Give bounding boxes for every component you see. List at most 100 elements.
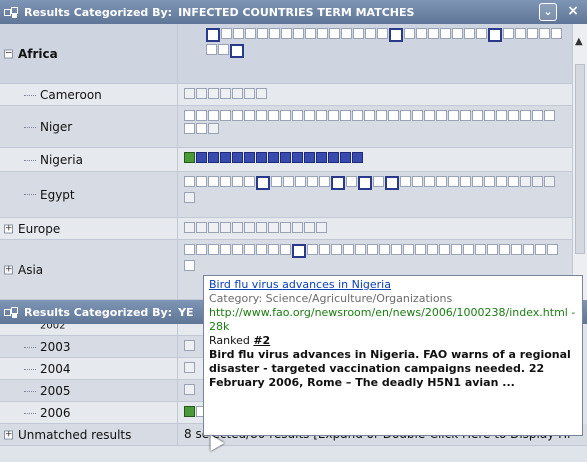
result-cell[interactable]	[244, 152, 255, 163]
result-cell[interactable]	[196, 176, 207, 187]
result-cell[interactable]	[245, 28, 256, 39]
result-cell[interactable]	[293, 28, 304, 39]
result-cell[interactable]	[184, 384, 195, 395]
result-cell[interactable]	[208, 123, 219, 134]
result-cell[interactable]	[304, 222, 315, 233]
result-cell[interactable]	[404, 28, 415, 39]
result-cell[interactable]	[416, 28, 427, 39]
result-cell[interactable]	[544, 176, 555, 187]
category-row-europe[interactable]: + Europe	[0, 218, 572, 240]
scroll-up-icon[interactable]: ▲	[575, 36, 583, 47]
result-cell[interactable]	[206, 44, 217, 55]
result-cell[interactable]	[352, 152, 363, 163]
result-cell[interactable]	[232, 152, 243, 163]
result-cell[interactable]	[328, 152, 339, 163]
result-cell[interactable]	[319, 244, 330, 255]
result-cell[interactable]	[292, 110, 303, 121]
result-cell[interactable]	[388, 110, 399, 121]
result-cell[interactable]	[424, 110, 435, 121]
result-cell[interactable]	[307, 244, 318, 255]
result-cell[interactable]	[353, 28, 364, 39]
result-cell[interactable]	[196, 152, 207, 163]
result-cell[interactable]	[269, 28, 280, 39]
result-cell[interactable]	[220, 244, 231, 255]
result-cell[interactable]	[436, 176, 447, 187]
result-cell[interactable]	[532, 110, 543, 121]
result-cell[interactable]	[415, 244, 426, 255]
result-cell[interactable]	[403, 244, 414, 255]
result-cell[interactable]	[389, 28, 403, 42]
result-cell[interactable]	[427, 244, 438, 255]
result-cell[interactable]	[257, 28, 268, 39]
result-cell[interactable]	[221, 28, 232, 39]
result-cell[interactable]	[523, 244, 534, 255]
result-cell[interactable]	[208, 176, 219, 187]
result-cell[interactable]	[400, 110, 411, 121]
result-cell[interactable]	[484, 176, 495, 187]
collapse-icon[interactable]: −	[4, 49, 13, 58]
result-cell[interactable]	[268, 244, 279, 255]
result-cell[interactable]	[340, 110, 351, 121]
result-cell[interactable]	[256, 110, 267, 121]
result-cell[interactable]	[316, 152, 327, 163]
result-cell[interactable]	[196, 88, 207, 99]
result-cell[interactable]	[451, 244, 462, 255]
result-cell[interactable]	[184, 362, 195, 373]
result-cell[interactable]	[256, 88, 267, 99]
result-cell[interactable]	[428, 28, 439, 39]
result-cell[interactable]	[196, 110, 207, 121]
result-cell[interactable]	[232, 176, 243, 187]
result-cell[interactable]	[448, 176, 459, 187]
result-cell[interactable]	[295, 176, 306, 187]
result-cell[interactable]	[376, 110, 387, 121]
result-cell[interactable]	[230, 44, 244, 58]
category-row-cameroon[interactable]: Cameroon	[0, 84, 572, 106]
result-cell[interactable]	[283, 176, 294, 187]
result-cell[interactable]	[244, 110, 255, 121]
result-cell[interactable]	[412, 176, 423, 187]
result-cells[interactable]	[178, 84, 572, 105]
result-cells[interactable]	[178, 106, 572, 147]
category-row-egypt[interactable]: Egypt	[0, 172, 572, 218]
result-cell[interactable]	[184, 152, 195, 163]
result-cell[interactable]	[329, 28, 340, 39]
result-cell[interactable]	[184, 192, 195, 203]
result-cells[interactable]	[178, 218, 572, 239]
result-cell[interactable]	[268, 222, 279, 233]
result-cell[interactable]	[400, 176, 411, 187]
result-cell[interactable]	[244, 244, 255, 255]
category-row-niger[interactable]: Niger	[0, 106, 572, 148]
result-cell[interactable]	[520, 110, 531, 121]
result-cell[interactable]	[244, 176, 255, 187]
result-cell[interactable]	[271, 176, 282, 187]
result-cell[interactable]	[208, 110, 219, 121]
result-cell[interactable]	[355, 244, 366, 255]
result-cell[interactable]	[220, 110, 231, 121]
result-cell[interactable]	[208, 152, 219, 163]
result-cell[interactable]	[460, 176, 471, 187]
result-title-link[interactable]: Bird flu virus advances in Nigeria	[209, 278, 577, 292]
result-cell[interactable]	[208, 244, 219, 255]
result-cell[interactable]	[527, 28, 538, 39]
result-cell[interactable]	[484, 110, 495, 121]
result-cell[interactable]	[463, 244, 474, 255]
result-cells[interactable]	[178, 148, 572, 171]
result-cell[interactable]	[328, 110, 339, 121]
result-cell[interactable]	[292, 244, 306, 258]
result-cell[interactable]	[341, 28, 352, 39]
result-cell[interactable]	[317, 28, 328, 39]
result-cell[interactable]	[292, 152, 303, 163]
result-cell[interactable]	[436, 110, 447, 121]
result-cell[interactable]	[379, 244, 390, 255]
result-cell[interactable]	[256, 152, 267, 163]
scrollbar[interactable]: ▲	[572, 24, 587, 300]
result-cell[interactable]	[184, 244, 195, 255]
result-cell[interactable]	[476, 28, 487, 39]
result-cell[interactable]	[439, 244, 450, 255]
result-cell[interactable]	[256, 222, 267, 233]
result-cells[interactable]	[178, 24, 572, 83]
result-cell[interactable]	[496, 110, 507, 121]
result-cell[interactable]	[184, 110, 195, 121]
expand-icon[interactable]: +	[4, 430, 13, 439]
result-cell[interactable]	[343, 244, 354, 255]
